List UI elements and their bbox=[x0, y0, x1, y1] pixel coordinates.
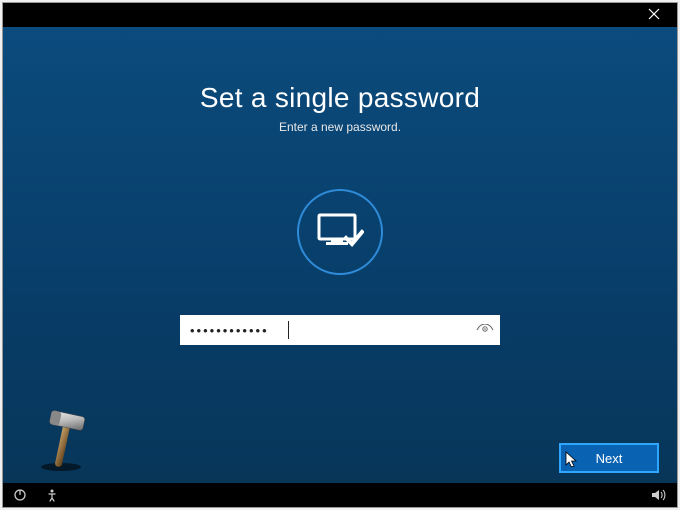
page-subtitle: Enter a new password. bbox=[3, 120, 677, 134]
password-row bbox=[180, 315, 500, 345]
hammer-watermark-icon bbox=[33, 409, 97, 473]
power-icon[interactable] bbox=[13, 488, 27, 502]
accessibility-icon[interactable] bbox=[45, 488, 59, 502]
oobe-window: Set a single password Enter a new passwo… bbox=[2, 2, 678, 508]
text-caret bbox=[288, 321, 289, 339]
titlebar bbox=[3, 3, 677, 27]
cursor-icon bbox=[565, 451, 579, 469]
bottombar bbox=[3, 483, 677, 507]
password-input[interactable] bbox=[180, 315, 470, 345]
page-title: Set a single password bbox=[3, 82, 677, 114]
monitor-check-icon bbox=[297, 189, 383, 275]
next-button[interactable]: Next bbox=[559, 443, 659, 473]
volume-icon[interactable] bbox=[651, 488, 667, 502]
content-area: Set a single password Enter a new passwo… bbox=[3, 27, 677, 483]
close-icon[interactable] bbox=[639, 7, 669, 23]
next-button-label: Next bbox=[596, 451, 623, 466]
bottombar-left bbox=[13, 488, 59, 502]
eye-icon[interactable] bbox=[470, 315, 500, 345]
